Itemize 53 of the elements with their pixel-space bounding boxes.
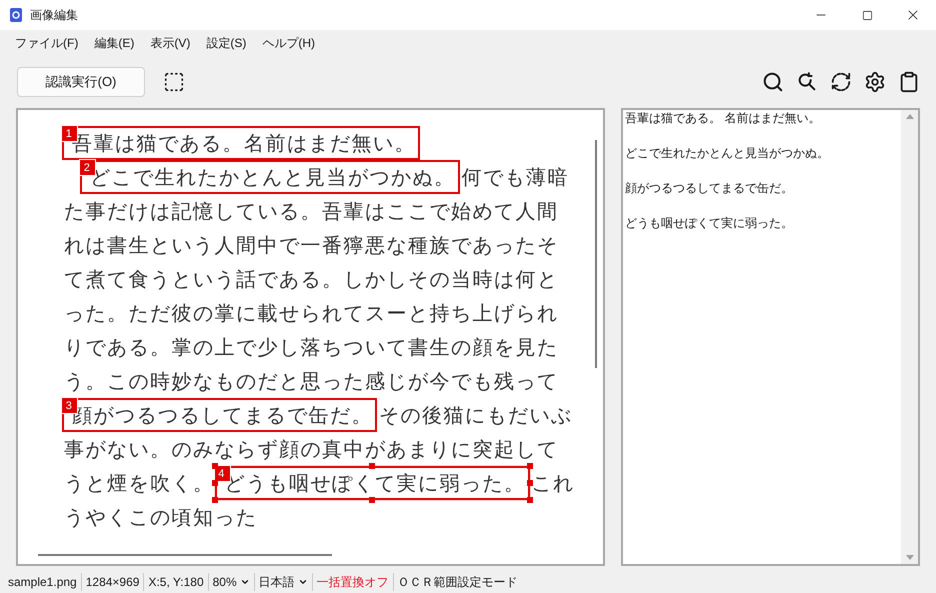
result-text: どこで生れたかとんと見当がつかぬ。: [625, 145, 829, 161]
menu-item[interactable]: 表示(V): [143, 34, 198, 52]
resize-handle[interactable]: [526, 497, 532, 503]
region-number: 2: [79, 159, 96, 176]
horizontal-scrollbar-thumb[interactable]: [38, 554, 332, 556]
result-text: どうも咽せぽくて実に弱った。: [625, 215, 793, 231]
resize-handle[interactable]: [526, 480, 532, 486]
document-text: りである。掌の上で少し落ちついて書生の顔を見た: [63, 334, 558, 361]
menu-item[interactable]: 設定(S): [199, 34, 254, 52]
clipboard-icon[interactable]: [898, 70, 920, 92]
run-recognition-button[interactable]: 認識実行(O): [17, 66, 145, 96]
region-number: 3: [61, 397, 78, 414]
menu-item[interactable]: ファイル(F): [8, 34, 86, 52]
result-text: 吾輩は猫である。 名前はまだ無い。: [625, 110, 820, 126]
vertical-scrollbar-thumb[interactable]: [595, 140, 597, 368]
status-text: X:5, Y:180: [148, 574, 204, 590]
maximize-icon[interactable]: [862, 10, 872, 20]
magnifier-refresh-icon[interactable]: [796, 70, 818, 92]
status-dropdown[interactable]: 日本語: [258, 572, 295, 590]
resize-handle[interactable]: [526, 463, 532, 469]
resize-handle[interactable]: [212, 463, 218, 469]
resize-handle[interactable]: [212, 497, 218, 503]
result-text: 顔がつるつるしてまるで缶だ。: [625, 180, 793, 196]
status-dropdown[interactable]: 80%: [212, 572, 237, 590]
document-text: った。ただ彼の掌に載せられてスーと持ち上げられ: [63, 300, 558, 327]
menu-item[interactable]: 編集(E): [87, 34, 142, 52]
document-text: うと煙を吹く。: [63, 470, 214, 497]
selection-tool-icon[interactable]: [163, 70, 185, 92]
region-number: 1: [61, 125, 78, 142]
window-title: 画像編集: [30, 7, 78, 24]
document-text: 事がない。のみならず顔の真中があまりに突起して: [63, 436, 558, 463]
settings-icon[interactable]: [864, 70, 886, 92]
rotate-icon[interactable]: [830, 70, 852, 92]
document-text: て煮て食うという話である。しかしその当時は何と: [63, 266, 558, 293]
search-icon[interactable]: [762, 70, 784, 92]
document-text: た事だけは記憶している。吾輩はここで始めて人間: [63, 198, 558, 225]
app-icon: [10, 8, 22, 22]
document-text: これ: [530, 470, 574, 497]
menu-item[interactable]: ヘルプ(H): [255, 34, 322, 52]
resize-handle[interactable]: [212, 480, 218, 486]
status-text: sample1.png: [8, 574, 77, 590]
document-text: う。この時妙なものだと思った感じが今でも残って: [63, 368, 558, 395]
document-text: 何でも薄暗: [460, 164, 569, 191]
region-number: 4: [214, 465, 230, 482]
status-text: ＯＣＲ範囲設定モード: [398, 574, 518, 590]
status-text: 1284×969: [86, 574, 140, 590]
document-text: うやくこの頃知った: [63, 504, 258, 531]
resize-handle[interactable]: [369, 463, 375, 469]
document-text: れは書生という人間中で一番獰悪な種族であったそ: [63, 232, 558, 259]
resize-handle[interactable]: [369, 497, 375, 503]
document-text: その後猫にもだいぶ: [378, 402, 572, 429]
result-text-box[interactable]: 吾輩は猫である。 名前はまだ無い。 どこで生れたかとんと見当がつかぬ。 顔がつるつるしてまるで缶だ。 どうも咽せぽくて実に弱った。: [621, 108, 920, 566]
status-text: 一括置換オフ: [316, 574, 389, 590]
